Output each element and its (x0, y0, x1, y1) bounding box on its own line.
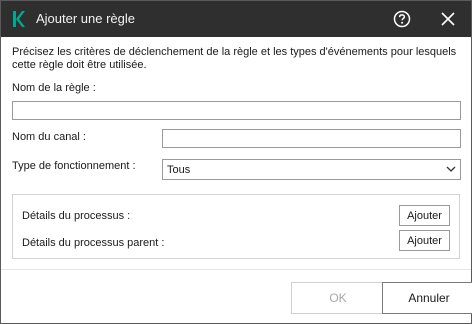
footer-divider (1, 269, 471, 270)
add-parent-process-details-button[interactable]: Ajouter (399, 230, 450, 251)
operation-type-label: Type de fonctionnement : (12, 160, 136, 172)
process-details-group (12, 194, 460, 259)
process-details-label: Détails du processus : (22, 210, 131, 222)
add-process-details-button[interactable]: Ajouter (399, 205, 450, 226)
add-rule-dialog: Ajouter une règle Précisez les critères … (0, 0, 472, 324)
kaspersky-logo-icon (13, 11, 25, 27)
title-bar: Ajouter une règle (1, 1, 471, 37)
operation-type-value: Tous (167, 164, 191, 176)
ok-button[interactable]: OK (291, 282, 385, 314)
channel-name-input[interactable] (162, 129, 461, 148)
dialog-title: Ajouter une règle (36, 11, 136, 26)
rule-name-input[interactable] (12, 101, 461, 120)
dialog-description: Précisez les critères de déclenchement d… (12, 46, 457, 71)
operation-type-select[interactable]: Tous (162, 159, 461, 180)
close-icon[interactable] (440, 11, 456, 27)
parent-process-details-label: Détails du processus parent : (22, 237, 165, 249)
rule-name-label: Nom de la règle : (12, 82, 96, 94)
help-icon[interactable] (393, 10, 411, 28)
channel-name-label: Nom du canal : (12, 131, 86, 143)
cancel-button[interactable]: Annuler (382, 282, 472, 314)
chevron-down-icon (446, 166, 456, 172)
